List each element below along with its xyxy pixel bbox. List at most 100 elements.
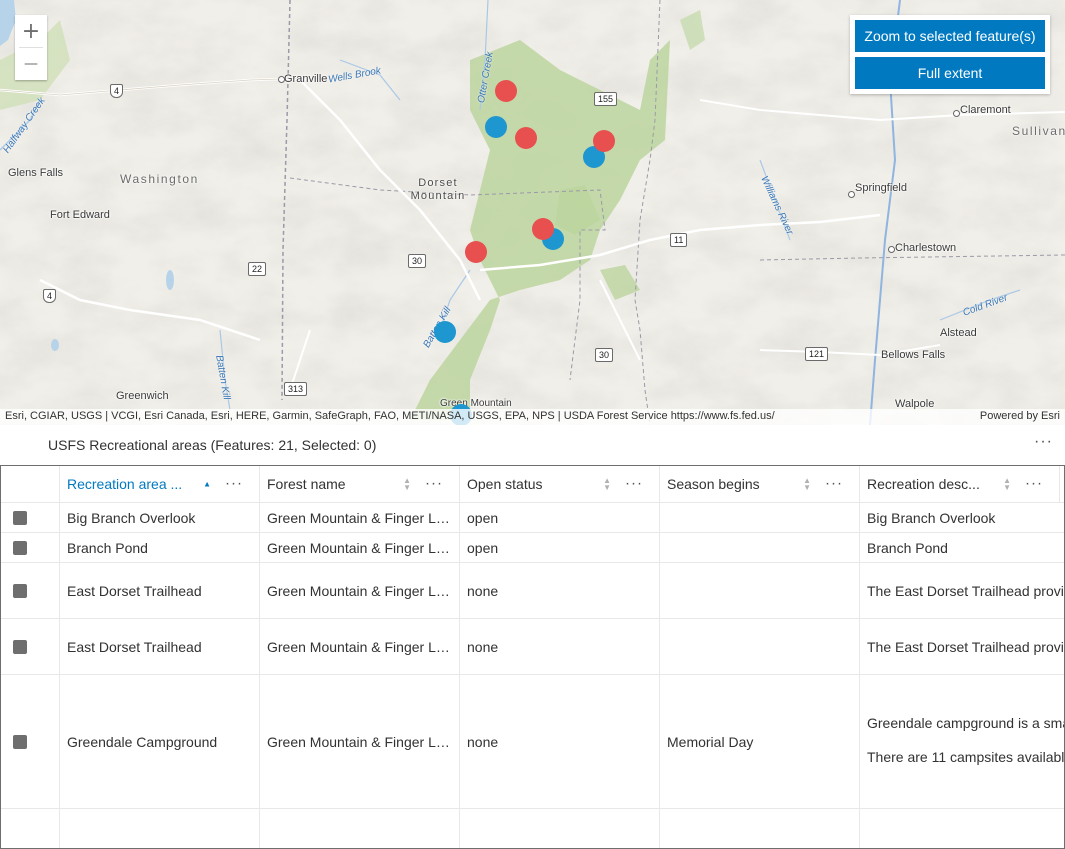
attribution-text[interactable]: Esri, CGIAR, USGS | VCGI, Esri Canada, E… xyxy=(5,410,775,422)
cell-recreation-description: Big Branch Overlook xyxy=(867,509,996,526)
place-label-granville: Granville xyxy=(284,73,328,85)
feature-table: Recreation area ... ▲ ··· Forest name ▲ ▼… xyxy=(0,465,1065,849)
map-attribution: Esri, CGIAR, USGS | VCGI, Esri Canada, E… xyxy=(0,409,1065,425)
column-header-season-begins[interactable]: Season begins ▲ ▼ ··· xyxy=(659,466,860,502)
route-shield-30: 30 xyxy=(408,254,427,268)
cell-recreation-description: Greendale campground is a small There ar… xyxy=(859,675,1064,808)
region-label-washington: Washington xyxy=(120,172,199,186)
cell-open-status: open xyxy=(467,509,499,526)
route-shield-11: 11 xyxy=(670,233,688,247)
table-options-menu-button[interactable]: ··· xyxy=(1034,433,1053,451)
cell-recreation-area: Branch Pond xyxy=(67,539,148,556)
table-row[interactable]: East Dorset Trailhead Green Mountain & F… xyxy=(1,563,1064,619)
feature-marker[interactable] xyxy=(434,321,456,343)
sort-icon[interactable]: ▲ ▼ xyxy=(603,477,611,492)
cell-open-status: none xyxy=(467,733,499,750)
cell-open-status: open xyxy=(467,539,499,556)
zoom-in-button[interactable]: + xyxy=(15,15,47,47)
route-shield-155: 155 xyxy=(594,92,618,106)
feature-marker[interactable] xyxy=(485,116,507,138)
region-label-sullivan: Sullivan xyxy=(1012,124,1065,138)
route-shield-121: 121 xyxy=(805,347,829,361)
table-row-empty xyxy=(1,809,1064,848)
column-header-open-status[interactable]: Open status ▲ ▼ ··· xyxy=(459,466,660,502)
table-row[interactable]: East Dorset Trailhead Green Mountain & F… xyxy=(1,619,1064,675)
town-dot xyxy=(888,246,895,253)
zoom-to-selected-button[interactable]: Zoom to selected feature(s) xyxy=(855,20,1045,52)
route-shield-313: 313 xyxy=(284,382,308,396)
description-line: There are 11 campsites available xyxy=(867,749,1064,765)
feature-table-header: USFS Recreational areas (Features: 21, S… xyxy=(0,425,1065,465)
table-row[interactable]: Big Branch Overlook Green Mountain & Fin… xyxy=(1,503,1064,533)
mountain-label-dorset: Dorset Mountain xyxy=(408,177,468,203)
column-header-recreation-area[interactable]: Recreation area ... ▲ ··· xyxy=(59,466,260,502)
cell-recreation-description: Branch Pond xyxy=(867,539,948,556)
cell-forest-name: Green Mountain & Finger Lakes National F… xyxy=(267,582,451,599)
description-line: Greendale campground is a small xyxy=(867,715,1064,731)
column-header-forest-name[interactable]: Forest name ▲ ▼ ··· xyxy=(259,466,460,502)
feature-marker[interactable] xyxy=(465,241,487,263)
zoom-out-button[interactable]: — xyxy=(15,48,47,80)
column-header-label: Recreation area ... xyxy=(67,476,183,492)
place-label-springfield: Springfield xyxy=(855,182,907,194)
dorset-label-line1: Dorset xyxy=(418,177,458,189)
route-shield-4: 4 xyxy=(110,84,124,98)
column-header-label: Season begins xyxy=(667,476,760,492)
place-label-bellows-falls: Bellows Falls xyxy=(881,349,946,361)
map-view[interactable]: Granville Glens Falls Fort Edward Greenw… xyxy=(0,0,1065,425)
route-shield-4: 4 xyxy=(43,289,57,303)
column-menu-button[interactable]: ··· xyxy=(225,475,243,492)
row-select-checkbox[interactable] xyxy=(13,639,27,654)
column-menu-button[interactable]: ··· xyxy=(625,475,643,492)
sort-ascending-icon[interactable]: ▲ xyxy=(203,480,211,488)
feature-marker[interactable] xyxy=(515,127,537,149)
cell-recreation-area: East Dorset Trailhead xyxy=(67,582,202,599)
cell-recreation-description: The East Dorset Trailhead provides xyxy=(867,582,1064,599)
route-shield-22: 22 xyxy=(248,262,267,276)
cell-season-begins: Memorial Day xyxy=(667,733,754,750)
full-extent-button[interactable]: Full extent xyxy=(855,57,1045,89)
column-menu-button[interactable]: ··· xyxy=(825,475,843,492)
column-header-recreation-description[interactable]: Recreation desc... ▲ ▼ ··· xyxy=(859,466,1060,502)
map-table-app: Granville Glens Falls Fort Edward Greenw… xyxy=(0,0,1065,849)
feature-table-title: USFS Recreational areas (Features: 21, S… xyxy=(48,437,377,453)
cell-forest-name: Green Mountain & Finger Lakes National F… xyxy=(267,638,451,655)
row-select-checkbox[interactable] xyxy=(13,734,27,749)
row-select-checkbox[interactable] xyxy=(13,540,27,555)
powered-by-esri[interactable]: Powered by Esri xyxy=(980,410,1060,422)
town-dot xyxy=(848,191,855,198)
table-row[interactable]: Greendale Campground Green Mountain & Fi… xyxy=(1,675,1064,809)
column-menu-button[interactable]: ··· xyxy=(1025,475,1043,492)
sort-icon[interactable]: ▲ ▼ xyxy=(1003,477,1011,492)
cell-recreation-area: Greendale Campground xyxy=(67,733,218,750)
town-dot xyxy=(278,76,285,83)
cell-recreation-area: East Dorset Trailhead xyxy=(67,638,202,655)
place-label-fort-edward: Fort Edward xyxy=(50,209,110,221)
cell-open-status: none xyxy=(467,582,499,599)
town-dot xyxy=(953,110,960,117)
cell-recreation-area: Big Branch Overlook xyxy=(67,509,196,526)
table-row[interactable]: Branch Pond Green Mountain & Finger Lake… xyxy=(1,533,1064,563)
cell-open-status: none xyxy=(467,638,499,655)
zoom-control: + — xyxy=(15,15,47,80)
sort-icon[interactable]: ▲ ▼ xyxy=(803,477,811,492)
place-label-claremont: Claremont xyxy=(960,104,1011,116)
place-label-greenwich: Greenwich xyxy=(116,390,169,402)
column-header-label: Open status xyxy=(467,476,543,492)
dorset-label-line2: Mountain xyxy=(410,190,466,202)
cell-recreation-description: The East Dorset Trailhead provides xyxy=(867,638,1064,655)
route-shield-30: 30 xyxy=(595,348,614,362)
feature-marker[interactable] xyxy=(495,80,517,102)
row-select-checkbox[interactable] xyxy=(13,583,27,598)
feature-marker[interactable] xyxy=(532,218,554,240)
column-menu-button[interactable]: ··· xyxy=(425,475,443,492)
feature-marker[interactable] xyxy=(593,130,615,152)
place-label-glens-falls: Glens Falls xyxy=(8,167,64,179)
select-column-header xyxy=(1,466,60,502)
cell-forest-name: Green Mountain & Finger Lakes National F… xyxy=(267,733,451,750)
place-label-charlestown: Charlestown xyxy=(895,242,957,254)
table-header-row: Recreation area ... ▲ ··· Forest name ▲ ▼… xyxy=(1,466,1064,503)
row-select-checkbox[interactable] xyxy=(13,510,27,525)
map-action-panel: Zoom to selected feature(s) Full extent xyxy=(850,15,1050,94)
sort-icon[interactable]: ▲ ▼ xyxy=(403,477,411,492)
